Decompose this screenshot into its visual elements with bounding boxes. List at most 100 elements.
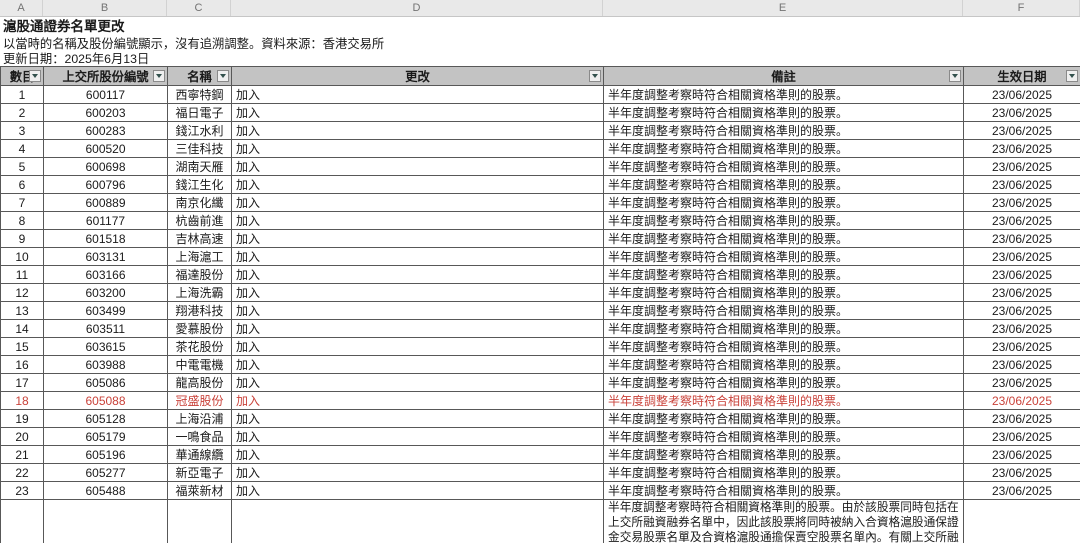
cell-number[interactable]: 24 (0, 499, 44, 543)
cell-sse-code[interactable]: 600520 (43, 139, 168, 158)
cell-number[interactable]: 11 (0, 265, 44, 284)
cell-sse-code[interactable]: 605488 (43, 481, 168, 500)
cell-effective-date[interactable]: 23/06/2025 (963, 121, 1080, 140)
cell-name[interactable]: 上海沿浦 (167, 409, 232, 428)
cell-remarks[interactable]: 半年度調整考察時符合相關資格準則的股票。 (603, 229, 964, 248)
cell-name[interactable]: 龍高股份 (167, 373, 232, 392)
cell-remarks[interactable]: 半年度調整考察時符合相關資格準則的股票。 (603, 193, 964, 212)
cell-effective-date[interactable]: 23/06/2025 (963, 391, 1080, 410)
cell-sse-code[interactable]: 600187 (43, 499, 168, 543)
cell-name[interactable]: 福達股份 (167, 265, 232, 284)
cell-number[interactable]: 8 (0, 211, 44, 230)
cell-effective-date[interactable]: 23/06/2025 (963, 85, 1080, 104)
cell-number[interactable]: 19 (0, 409, 44, 428)
cell-remarks[interactable]: 半年度調整考察時符合相關資格準則的股票。 (603, 175, 964, 194)
cell-effective-date[interactable]: 23/06/2025 (963, 445, 1080, 464)
header-change[interactable]: 更改 (231, 66, 604, 86)
filter-dropdown-icon[interactable] (949, 70, 961, 82)
column-letter-f[interactable]: F (963, 0, 1080, 16)
column-letter-c[interactable]: C (167, 0, 231, 16)
cell-name[interactable]: 愛慕股份 (167, 319, 232, 338)
cell-sse-code[interactable]: 600796 (43, 175, 168, 194)
cell-number[interactable]: 16 (0, 355, 44, 374)
cell-change[interactable]: 加入 (231, 175, 604, 194)
cell-number[interactable]: 6 (0, 175, 44, 194)
cell-name[interactable]: 湖南天雁 (167, 157, 232, 176)
cell-sse-code[interactable]: 603200 (43, 283, 168, 302)
cell-effective-date[interactable]: 23/06/2025 (963, 301, 1080, 320)
cell-number[interactable]: 4 (0, 139, 44, 158)
column-letter-b[interactable]: B (43, 0, 167, 16)
cell-sse-code[interactable]: 605088 (43, 391, 168, 410)
cell-number[interactable]: 14 (0, 319, 44, 338)
filter-dropdown-icon[interactable] (217, 70, 229, 82)
cell-number[interactable]: 23 (0, 481, 44, 500)
cell-effective-date[interactable]: 23/06/2025 (963, 265, 1080, 284)
cell-remarks[interactable]: 半年度調整考察時符合相關資格準則的股票。 (603, 481, 964, 500)
cell-change[interactable]: 加入 (231, 211, 604, 230)
cell-change[interactable]: 加入 (231, 409, 604, 428)
cell-name[interactable]: 新亞電子 (167, 463, 232, 482)
cell-change[interactable]: 加入 (231, 355, 604, 374)
cell-change[interactable]: 加入 (231, 463, 604, 482)
cell-change[interactable]: 加入 (231, 499, 604, 543)
cell-number[interactable]: 12 (0, 283, 44, 302)
cell-remarks[interactable]: 半年度調整考察時符合相關資格準則的股票。 (603, 139, 964, 158)
cell-remarks[interactable]: 半年度調整考察時符合相關資格準則的股票。 (603, 85, 964, 104)
cell-remarks[interactable]: 半年度調整考察時符合相關資格準則的股票。 (603, 283, 964, 302)
cell-effective-date[interactable]: 23/06/2025 (963, 463, 1080, 482)
cell-name[interactable]: 華通線纜 (167, 445, 232, 464)
cell-sse-code[interactable]: 603988 (43, 355, 168, 374)
cell-change[interactable]: 加入 (231, 427, 604, 446)
cell-sse-code[interactable]: 603166 (43, 265, 168, 284)
cell-remarks[interactable]: 半年度調整考察時符合相關資格準則的股票。 (603, 301, 964, 320)
cell-effective-date[interactable]: 23/06/2025 (963, 319, 1080, 338)
cell-change[interactable]: 加入 (231, 391, 604, 410)
cell-sse-code[interactable]: 603131 (43, 247, 168, 266)
header-name[interactable]: 名稱 (167, 66, 232, 86)
cell-number[interactable]: 18 (0, 391, 44, 410)
cell-number[interactable]: 1 (0, 85, 44, 104)
cell-sse-code[interactable]: 603615 (43, 337, 168, 356)
cell-change[interactable]: 加入 (231, 265, 604, 284)
header-sse-code[interactable]: 上交所股份編號 (43, 66, 168, 86)
header-effective-date[interactable]: 生效日期 (963, 66, 1080, 86)
cell-number[interactable]: 3 (0, 121, 44, 140)
header-remarks[interactable]: 備註 (603, 66, 964, 86)
column-letter-d[interactable]: D (231, 0, 603, 16)
cell-change[interactable]: 加入 (231, 301, 604, 320)
cell-effective-date[interactable]: 23/06/2025 (963, 409, 1080, 428)
cell-effective-date[interactable]: 23/06/2025 (963, 355, 1080, 374)
cell-number[interactable]: 22 (0, 463, 44, 482)
cell-number[interactable]: 9 (0, 229, 44, 248)
cell-sse-code[interactable]: 600203 (43, 103, 168, 122)
cell-effective-date[interactable]: 23/06/2025 (963, 481, 1080, 500)
cell-number[interactable]: 7 (0, 193, 44, 212)
cell-effective-date[interactable]: 23/06/2025 (963, 247, 1080, 266)
cell-name[interactable]: 三佳科技 (167, 139, 232, 158)
cell-sse-code[interactable]: 600117 (43, 85, 168, 104)
cell-remarks[interactable]: 半年度調整考察時符合相關資格準則的股票。由於該股票同時包括在上交所融資融券名單中… (603, 499, 964, 543)
cell-number[interactable]: 20 (0, 427, 44, 446)
filter-dropdown-icon[interactable] (153, 70, 165, 82)
cell-change[interactable]: 加入 (231, 283, 604, 302)
filter-dropdown-icon[interactable] (589, 70, 601, 82)
column-letter-e[interactable]: E (603, 0, 963, 16)
cell-remarks[interactable]: 半年度調整考察時符合相關資格準則的股票。 (603, 247, 964, 266)
cell-name[interactable]: 西寧特鋼 (167, 85, 232, 104)
cell-change[interactable]: 加入 (231, 121, 604, 140)
cell-effective-date[interactable]: 23/06/2025 (963, 139, 1080, 158)
cell-name[interactable]: 福日電子 (167, 103, 232, 122)
cell-sse-code[interactable]: 600698 (43, 157, 168, 176)
cell-remarks[interactable]: 半年度調整考察時符合相關資格準則的股票。 (603, 355, 964, 374)
cell-remarks[interactable]: 半年度調整考察時符合相關資格準則的股票。 (603, 319, 964, 338)
cell-name[interactable]: 吉林高速 (167, 229, 232, 248)
cell-remarks[interactable]: 半年度調整考察時符合相關資格準則的股票。 (603, 103, 964, 122)
filter-dropdown-icon[interactable] (1066, 70, 1078, 82)
cell-effective-date[interactable]: 23/06/2025 (963, 229, 1080, 248)
cell-number[interactable]: 10 (0, 247, 44, 266)
cell-change[interactable]: 加入 (231, 229, 604, 248)
cell-change[interactable]: 加入 (231, 85, 604, 104)
cell-number[interactable]: 2 (0, 103, 44, 122)
cell-remarks[interactable]: 半年度調整考察時符合相關資格準則的股票。 (603, 265, 964, 284)
